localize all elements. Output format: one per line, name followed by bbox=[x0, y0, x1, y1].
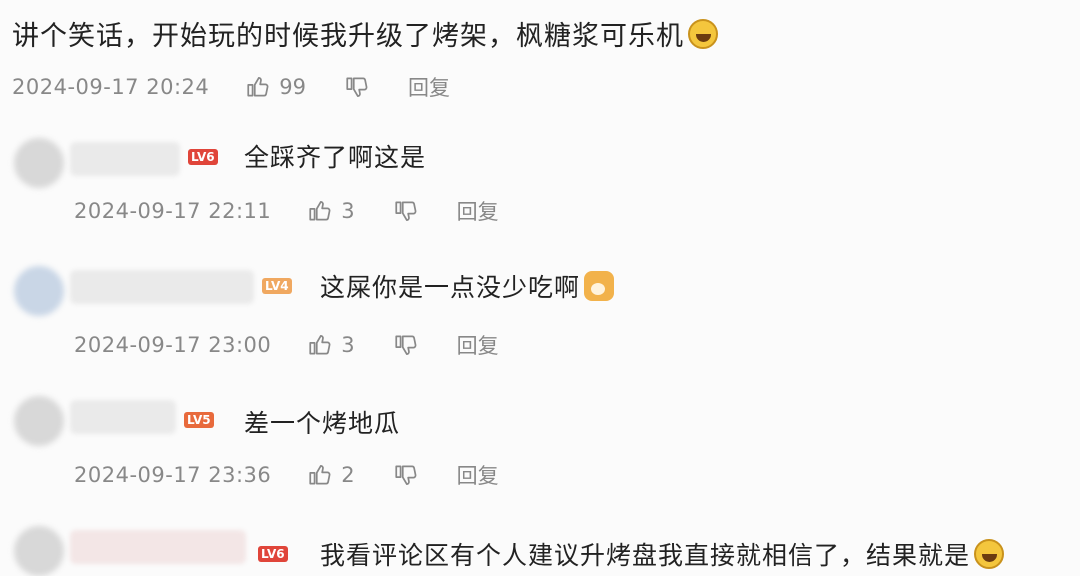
timestamp: 2024-09-17 23:00 bbox=[74, 333, 272, 357]
username[interactable] bbox=[70, 142, 180, 176]
thumbs-down-icon bbox=[395, 465, 417, 485]
dislike-button[interactable] bbox=[393, 332, 419, 358]
dislike-button[interactable] bbox=[344, 74, 370, 100]
level-badge: LV6 bbox=[258, 546, 288, 562]
laugh-cry-emoji-icon bbox=[688, 18, 718, 49]
reply-text: 我看评论区有个人建议升烤盘我直接就相信了，结果就是 bbox=[320, 536, 1005, 572]
avatar[interactable] bbox=[14, 396, 64, 446]
reply-button[interactable]: 回复 bbox=[457, 460, 499, 490]
thumbs-up-icon bbox=[309, 201, 331, 221]
thumbs-down-icon bbox=[346, 77, 368, 97]
thumbs-down-icon bbox=[395, 335, 417, 355]
dislike-button[interactable] bbox=[393, 198, 419, 224]
level-badge: LV5 bbox=[184, 412, 214, 428]
like-button[interactable]: 2 bbox=[307, 462, 355, 488]
reply-text: 全踩齐了啊这是 bbox=[244, 143, 427, 172]
username[interactable] bbox=[70, 270, 254, 304]
like-count: 3 bbox=[341, 333, 355, 357]
dislike-button[interactable] bbox=[393, 462, 419, 488]
reply-button[interactable]: 回复 bbox=[457, 330, 499, 360]
avatar[interactable] bbox=[14, 138, 64, 188]
reply-text: 这屎你是一点没少吃啊 bbox=[320, 268, 615, 304]
like-count: 99 bbox=[279, 75, 306, 99]
like-count: 2 bbox=[341, 463, 355, 487]
timestamp: 2024-09-17 22:11 bbox=[74, 199, 272, 223]
username[interactable] bbox=[70, 530, 246, 564]
thumbs-up-icon bbox=[309, 335, 331, 355]
comment-meta: 2024-09-17 20:24 99 回复 bbox=[12, 72, 450, 102]
avatar[interactable] bbox=[14, 266, 64, 316]
timestamp: 2024-09-17 23:36 bbox=[74, 463, 272, 487]
reply-text: 差一个烤地瓜 bbox=[244, 409, 401, 438]
reply-meta: 2024-09-17 22:11 3 回复 bbox=[74, 196, 499, 226]
comment-text: 讲个笑话，开始玩的时候我升级了烤架，枫糖浆可乐机 bbox=[12, 14, 718, 53]
thumbs-up-icon bbox=[247, 77, 269, 97]
comment-body: 讲个笑话，开始玩的时候我升级了烤架，枫糖浆可乐机 bbox=[12, 21, 684, 52]
level-badge: LV4 bbox=[262, 278, 292, 294]
level-badge: LV6 bbox=[188, 149, 218, 165]
avatar[interactable] bbox=[14, 526, 64, 576]
reply-button[interactable]: 回复 bbox=[457, 196, 499, 226]
reply-meta: 2024-09-17 23:00 3 回复 bbox=[74, 330, 499, 360]
laugh-cry-emoji-icon bbox=[974, 539, 1005, 569]
reply-button[interactable]: 回复 bbox=[408, 72, 450, 102]
like-button[interactable]: 99 bbox=[245, 74, 306, 100]
reply-meta: 2024-09-17 23:36 2 回复 bbox=[74, 460, 499, 490]
username[interactable] bbox=[70, 400, 176, 434]
main-comment: 讲个笑话，开始玩的时候我升级了烤架，枫糖浆可乐机 bbox=[12, 14, 718, 53]
timestamp: 2024-09-17 20:24 bbox=[12, 75, 210, 99]
like-button[interactable]: 3 bbox=[307, 198, 355, 224]
like-count: 3 bbox=[341, 199, 355, 223]
dog-emoji-icon bbox=[584, 271, 615, 301]
thumbs-down-icon bbox=[395, 201, 417, 221]
like-button[interactable]: 3 bbox=[307, 332, 355, 358]
thumbs-up-icon bbox=[309, 465, 331, 485]
